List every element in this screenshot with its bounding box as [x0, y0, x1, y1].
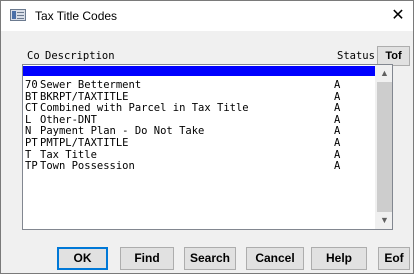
list-item[interactable]: PT PMTPL/TAXTITLE A — [23, 136, 375, 150]
list-item-selected[interactable] — [23, 66, 375, 76]
codes-listbox[interactable]: 70 Sewer Betterment A BT BKRPT/TAXTITLE A CT Co… — [22, 64, 393, 230]
list-item-code: TP — [25, 160, 38, 173]
scroll-up-icon[interactable]: ▲ — [376, 65, 393, 82]
list-item-description: Sewer Betterment — [40, 79, 142, 91]
list-item[interactable]: 70 Sewer Betterment A — [23, 79, 375, 92]
window-title: Tax Title Codes — [35, 9, 118, 23]
search-button[interactable]: Search — [184, 247, 236, 270]
list-item-code: 70 — [25, 79, 38, 91]
end-of-file-button[interactable]: Eof — [378, 247, 410, 270]
scrollbar-thumb[interactable] — [377, 82, 392, 212]
list-item-description: Town Possession — [40, 160, 135, 173]
ok-button[interactable]: OK — [57, 247, 108, 270]
list-item-description: PMTPL/TAXTITLE — [40, 136, 129, 149]
find-button[interactable]: Find — [120, 247, 174, 270]
column-header: Co Description Status Tof — [21, 46, 413, 66]
list-item-status: A — [334, 160, 341, 173]
scroll-down-icon[interactable]: ▼ — [376, 212, 393, 229]
help-button[interactable]: Help — [311, 247, 367, 270]
app-icon — [10, 9, 26, 21]
column-header-status: Status — [337, 50, 375, 62]
list-item[interactable]: TP Town Possession A — [23, 161, 375, 173]
column-header-description: Description — [45, 50, 115, 62]
list-item-code: PT — [25, 136, 38, 149]
list-item-status: A — [334, 136, 341, 149]
title-bar[interactable]: Tax Title Codes ✕ — [1, 1, 413, 31]
close-button[interactable]: ✕ — [383, 1, 413, 31]
top-of-file-button[interactable]: Tof — [377, 46, 410, 66]
dialog-window: Tax Title Codes ✕ Co Description Status … — [0, 0, 414, 274]
codes-list: 70 Sewer Betterment A BT BKRPT/TAXTITLE A CT Co… — [23, 65, 375, 229]
vertical-scrollbar[interactable]: ▲ ▼ — [375, 65, 392, 229]
cancel-button[interactable]: Cancel — [246, 247, 304, 270]
list-item-status: A — [334, 79, 341, 91]
column-header-co: Co — [27, 50, 40, 62]
